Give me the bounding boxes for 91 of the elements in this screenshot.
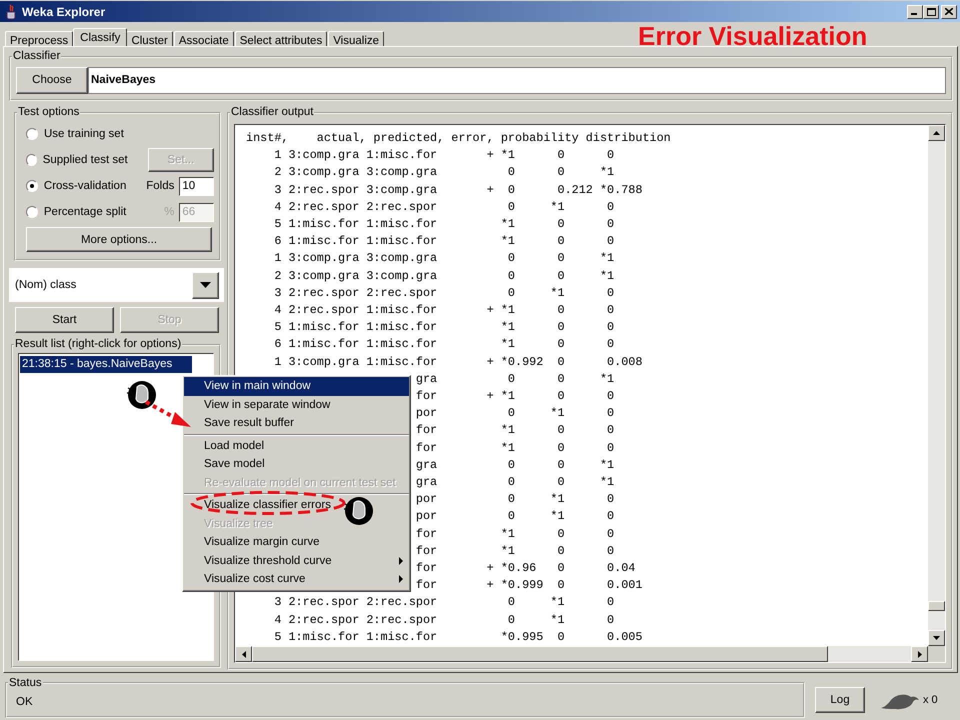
caret-icon — [200, 282, 211, 288]
tab[interactable]: Visualize — [328, 31, 384, 46]
up-arrow-icon — [933, 131, 940, 135]
dropdown-value: (Nom) class — [15, 279, 76, 291]
output-line: for + *0.999 0 0.001 — [416, 577, 642, 594]
dotted-arrow — [143, 399, 193, 429]
output-line: 2 3:comp.gra 3:comp.gra 0 0 *1 — [273, 164, 614, 182]
menu-item[interactable]: Load model — [204, 440, 264, 452]
group-label: Test options — [18, 106, 80, 118]
output-line: 6 1:misc.for 1:misc.for *1 0 0 — [273, 336, 614, 354]
down-arrow-icon — [933, 636, 940, 640]
group-label: Classifier output — [231, 106, 314, 118]
option-label: Use training set — [44, 128, 125, 140]
output-line: por 0 *1 0 — [416, 491, 614, 508]
more-options-button[interactable]: More options... — [26, 227, 212, 252]
start-button[interactable]: Start — [15, 307, 114, 333]
tab[interactable]: Preprocess — [5, 31, 74, 46]
option-label: Supplied test set — [42, 154, 128, 166]
scroll-down-button[interactable] — [928, 630, 945, 646]
output-line: 1 3:comp.gra 1:misc.for + *0.992 0 0.008 — [273, 354, 642, 371]
output-line: for + *0.96 0 0.04 — [416, 560, 636, 578]
field-label: % — [163, 206, 176, 218]
output-line: 1 3:comp.gra 3:comp.gra 0 0 *1 — [273, 250, 614, 268]
menu-item[interactable]: Visualize threshold curve — [204, 554, 332, 567]
output-line: 4 2:rec.spor 2:rec.spor 0 *1 0 — [273, 198, 614, 216]
group-label: Classifier — [13, 50, 60, 62]
close-icon — [945, 8, 953, 15]
output-line: 5 1:misc.for 1:misc.for *1 0 0 — [273, 216, 614, 234]
output-line: for *1 0 0 — [416, 422, 614, 440]
menu-item[interactable]: View in main window — [184, 377, 409, 396]
minimize-button[interactable] — [907, 4, 923, 18]
right-arrow-icon — [918, 650, 922, 658]
left-arrow-icon — [242, 650, 246, 658]
output-line: for *1 0 0 — [416, 440, 614, 457]
output-line: 3 2:rec.spor 3:comp.gra + 0 0.212 *0.788 — [273, 182, 642, 199]
output-line: for *1 0 0 — [416, 526, 614, 543]
maximize-icon — [926, 8, 936, 16]
output-line: 5 1:misc.for 1:misc.for *0.995 0 0.005 — [273, 628, 642, 646]
scroll-left-button[interactable] — [235, 646, 252, 662]
scroll-right-button[interactable] — [911, 646, 928, 662]
class-dropdown[interactable]: (Nom) class — [9, 268, 224, 302]
menu-item[interactable]: View in separate window — [204, 398, 330, 411]
close-button[interactable] — [941, 4, 957, 18]
tab[interactable]: Associate — [174, 31, 234, 46]
output-line: 4 2:rec.spor 2:rec.spor 0 *1 0 — [273, 612, 614, 629]
choose-button[interactable]: Choose — [16, 66, 88, 94]
task-count: x 0 — [923, 694, 938, 706]
output-line: 6 1:misc.for 1:misc.for *1 0 0 — [273, 233, 614, 250]
output-line: 3 2:rec.spor 2:rec.spor 0 *1 0 — [273, 594, 614, 612]
output-line: for *1 0 0 — [416, 542, 614, 560]
log-button[interactable]: Log — [815, 687, 865, 713]
output-line: for + *1 0 0 — [416, 388, 614, 406]
tab[interactable]: Cluster — [126, 31, 173, 46]
output-line: 4 2:rec.spor 1:misc.for + *1 0 0 — [273, 302, 614, 320]
option-label: Percentage split — [44, 206, 128, 218]
slide-title: Error Visualization — [638, 21, 868, 52]
group-label: Result list (right-click for options) — [15, 338, 182, 350]
output-line: inst#, actual, predicted, error, probability distribution — [246, 130, 671, 147]
horizontal-scrollbar[interactable] — [235, 646, 928, 662]
group-label: Status — [9, 676, 42, 688]
output-line: por 0 *1 0 — [416, 405, 614, 422]
output-line: 1 3:comp.gra 1:misc.for + *1 0 0 — [273, 147, 614, 164]
scroll-thumb[interactable] — [928, 601, 945, 611]
output-line: gra 0 0 *1 — [416, 370, 614, 388]
tab[interactable]: Classify — [73, 28, 128, 46]
radio-button[interactable] — [26, 180, 38, 192]
output-line: gra 0 0 *1 — [416, 456, 614, 474]
dropdown-button[interactable] — [192, 272, 219, 298]
option-label: Cross-validation — [44, 180, 128, 192]
result-item[interactable]: 21:38:15 - bayes.NaiveBayes — [20, 356, 192, 373]
output-line: 5 1:misc.for 1:misc.for *1 0 0 — [273, 319, 614, 336]
scroll-up-button[interactable] — [928, 125, 945, 141]
field-label: Folds — [145, 180, 176, 192]
app-icon — [4, 4, 18, 20]
status-text: OK — [15, 694, 34, 708]
menu-item[interactable]: Visualize cost curve — [204, 573, 306, 586]
window-title: Weka Explorer — [22, 4, 106, 18]
classifier-field: NaiveBayes — [88, 66, 946, 94]
output-line: 2 3:comp.gra 3:comp.gra 0 0 *1 — [273, 268, 614, 285]
number-field[interactable]: 10 — [179, 176, 214, 196]
menu-item[interactable]: Save model — [204, 458, 265, 470]
output-line: por 0 *1 0 — [416, 508, 614, 526]
radio-button[interactable] — [26, 128, 38, 140]
scroll-thumb[interactable] — [252, 646, 828, 662]
menu-item[interactable]: Save result buffer — [204, 417, 294, 430]
menu-item[interactable]: Visualize margin curve — [204, 536, 320, 548]
maximize-button[interactable] — [923, 4, 939, 18]
vertical-scrollbar[interactable] — [928, 125, 945, 646]
tab[interactable]: Select attributes — [234, 31, 328, 46]
output-line: 3 2:rec.spor 2:rec.spor 0 *1 0 — [273, 284, 614, 302]
output-line: gra 0 0 *1 — [416, 474, 614, 492]
